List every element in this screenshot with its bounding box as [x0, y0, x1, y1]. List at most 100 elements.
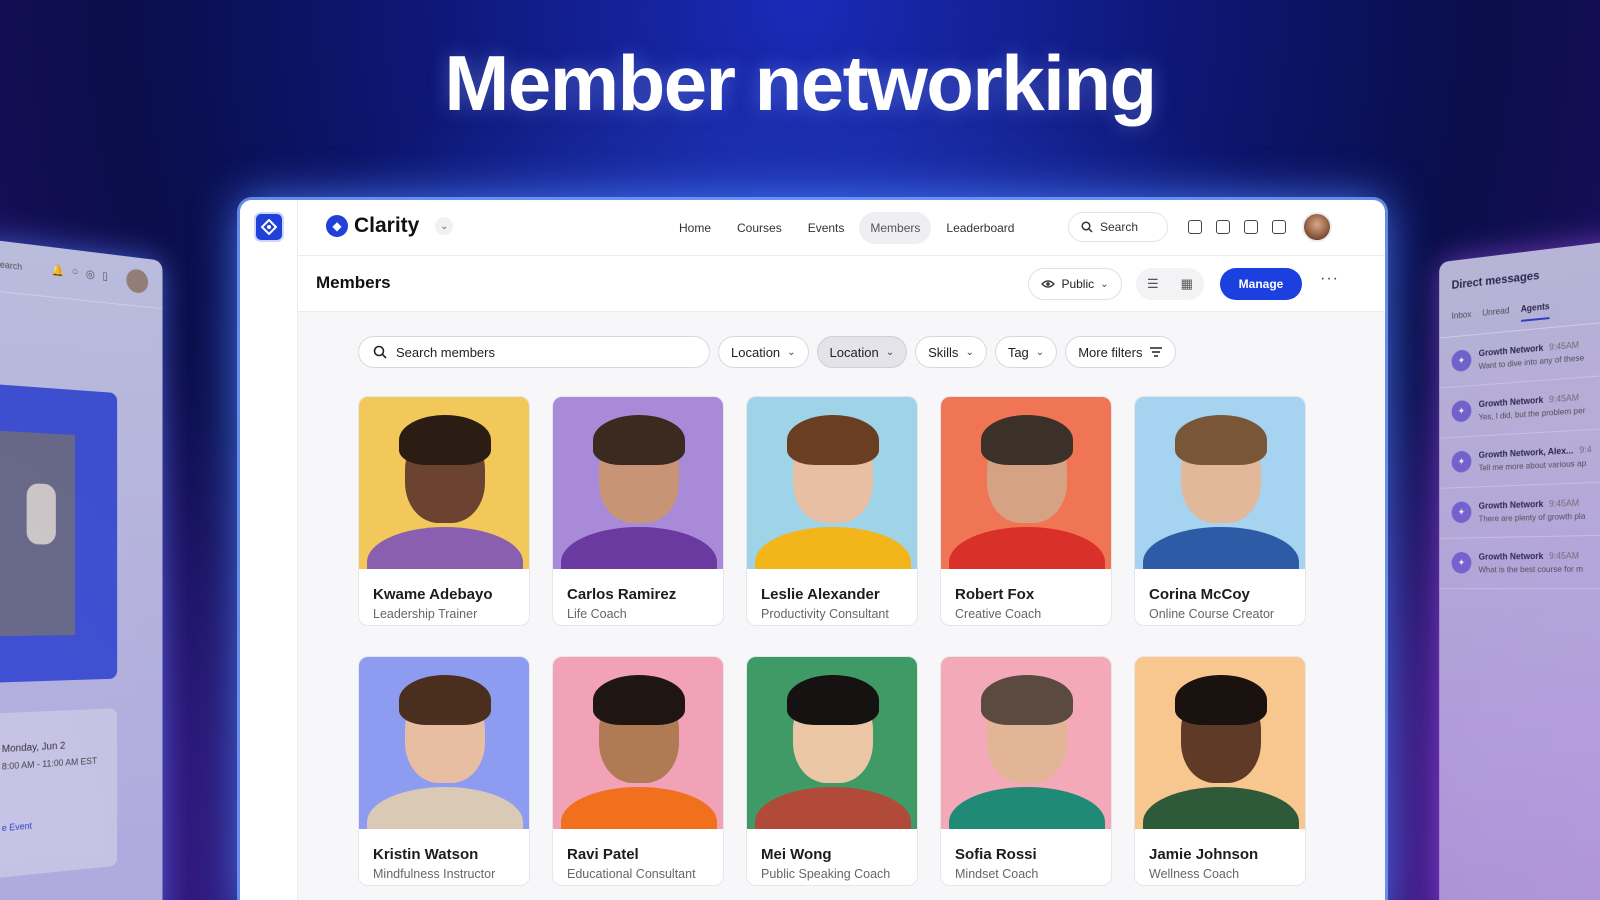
filter-bar: Search members Location ⌄ Location ⌄ Skills ⌄…	[358, 336, 1177, 368]
filter-skills-dropdown[interactable]: Skills ⌄	[915, 336, 987, 368]
more-filters-label: More filters	[1078, 344, 1143, 360]
messages-icon[interactable]	[1216, 220, 1230, 234]
bookmark-icon[interactable]	[1272, 220, 1286, 234]
filter-icon	[1150, 347, 1163, 357]
left-panel-search: Search	[0, 258, 23, 273]
help-icon[interactable]	[1244, 220, 1258, 234]
photo-hair	[593, 675, 685, 725]
nav-item-events[interactable]: Events	[797, 212, 856, 244]
filter-location-dropdown[interactable]: Location ⌄	[816, 336, 908, 368]
member-role: Mindset Coach	[955, 867, 1039, 881]
bell-icon: 🔔	[51, 264, 65, 278]
list-view-icon[interactable]: ☰	[1147, 276, 1159, 292]
member-card[interactable]: Mei Wong Public Speaking Coach	[746, 656, 918, 886]
member-card[interactable]: Corina McCoy Online Course Creator	[1134, 396, 1306, 626]
notifications-icon[interactable]	[1188, 220, 1202, 234]
more-options-icon[interactable]: ···	[1320, 270, 1339, 288]
member-card[interactable]: Jamie Johnson Wellness Coach	[1134, 656, 1306, 886]
clarity-logo-icon: ◆	[326, 215, 348, 237]
app-logo-icon[interactable]	[254, 212, 284, 242]
agent-avatar-icon: ✦	[1451, 551, 1472, 574]
app-window: ◆ Clarity ⌄ Home Courses Events Members Lead…	[240, 200, 1385, 900]
filter-chips: Location ⌄ Location ⌄ Skills ⌄ Tag ⌄	[718, 336, 1058, 368]
tab-agents: Agents	[1520, 300, 1550, 322]
member-name: Robert Fox	[955, 586, 1035, 603]
member-photo	[941, 657, 1111, 829]
nav-item-home[interactable]: Home	[668, 212, 722, 244]
member-card[interactable]: Robert Fox Creative Coach	[940, 396, 1112, 626]
member-card[interactable]: Carlos Ramirez Life Coach	[552, 396, 724, 626]
filter-label: Location	[731, 344, 781, 360]
member-role: Mindfulness Instructor	[373, 867, 496, 881]
message-time: 9:45AM	[1549, 550, 1580, 561]
chevron-down-icon: ⌄	[1100, 278, 1109, 290]
manage-button[interactable]: Manage	[1220, 268, 1302, 300]
member-name: Leslie Alexander	[761, 586, 880, 603]
member-grid: Kwame Adebayo Leadership Trainer Carlos Ra…	[358, 396, 1306, 886]
page-header: Members Public ⌄ ☰ ▦ Manage ···	[298, 256, 1385, 312]
more-filters-button[interactable]: More filters	[1065, 336, 1177, 368]
photo-shoulders	[367, 787, 523, 829]
photo-hair	[981, 675, 1073, 725]
search-button[interactable]: Search	[1068, 212, 1168, 242]
search-members-input[interactable]: Search members	[358, 336, 710, 368]
member-role: Creative Coach	[955, 607, 1042, 621]
member-card[interactable]: Leslie Alexander Productivity Consultant	[746, 396, 918, 626]
brand[interactable]: ◆ Clarity ⌄	[326, 214, 454, 238]
photo-shoulders	[1143, 787, 1299, 829]
member-role: Online Course Creator	[1149, 607, 1275, 621]
member-card[interactable]: Ravi Patel Educational Consultant	[552, 656, 724, 886]
visibility-dropdown[interactable]: Public ⌄	[1028, 268, 1122, 300]
member-name: Corina McCoy	[1149, 586, 1250, 603]
member-name: Sofia Rossi	[955, 846, 1037, 863]
filter-location-dropdown[interactable]: Location ⌄	[718, 336, 809, 368]
user-avatar[interactable]	[1302, 212, 1332, 242]
message-body: Growth Network 9:45AM Want to dive into an…	[1479, 339, 1585, 371]
photo-shoulders	[949, 787, 1105, 829]
member-photo	[553, 397, 723, 569]
member-photo	[359, 657, 529, 829]
photo-hair	[1175, 675, 1267, 725]
nav-item-leaderboard[interactable]: Leaderboard	[935, 212, 1025, 244]
filter-label: Location	[829, 344, 879, 360]
member-name: Kristin Watson	[373, 846, 479, 863]
message-sender: Growth Network 9:45AM	[1478, 550, 1580, 562]
message-body: Growth Network 9:45AM Yes, I did, but the …	[1479, 392, 1586, 422]
photo-hair	[981, 415, 1073, 465]
photo-shoulders	[367, 527, 523, 569]
members-content: Search members Location ⌄ Location ⌄ Skills ⌄…	[298, 312, 1385, 900]
visibility-label: Public	[1061, 277, 1095, 291]
member-card[interactable]: Kristin Watson Mindfulness Instructor	[358, 656, 530, 886]
filter-tag-dropdown[interactable]: Tag ⌄	[994, 336, 1058, 368]
member-photo	[1135, 657, 1305, 829]
chevron-down-icon: ⌄	[1035, 346, 1045, 358]
main-nav: Home Courses Events Members Leaderboard	[668, 212, 1025, 244]
nav-item-courses[interactable]: Courses	[726, 212, 793, 244]
message-item: ✦ Growth Network 9:45AM There are plenty of…	[1439, 480, 1600, 539]
photo-shoulders	[755, 527, 911, 569]
view-toggle: ☰ ▦	[1136, 268, 1204, 300]
eye-icon	[1041, 280, 1056, 288]
member-photo	[553, 657, 723, 829]
member-photo	[747, 657, 917, 829]
member-photo	[359, 397, 529, 569]
top-icons	[1188, 220, 1286, 234]
brand-name: Clarity	[354, 214, 420, 237]
photo-shoulders	[755, 787, 911, 829]
message-sender: Growth Network 9:45AM	[1478, 497, 1580, 511]
tab-inbox: Inbox	[1451, 309, 1472, 321]
left-background-panel: Search 🔔 ○ ◎ ▯ Monday, Jun 2 8:00 AM - 1…	[0, 238, 163, 900]
left-panel-image	[0, 383, 118, 684]
chevron-down-icon[interactable]: ⌄	[435, 217, 454, 235]
message-body: Growth Network, Alex... 9:4 Tell me more a…	[1479, 444, 1592, 472]
member-name: Carlos Ramirez	[567, 586, 677, 603]
photo-hair	[399, 415, 491, 465]
agent-avatar-icon: ✦	[1451, 501, 1472, 524]
message-item: ✦ Growth Network 9:45AM What is the best co…	[1439, 534, 1600, 590]
member-card[interactable]: Kwame Adebayo Leadership Trainer	[358, 396, 530, 626]
grid-view-icon[interactable]: ▦	[1181, 276, 1193, 292]
member-role: Public Speaking Coach	[761, 867, 891, 881]
message-preview: There are plenty of growth pla	[1478, 510, 1586, 524]
member-card[interactable]: Sofia Rossi Mindset Coach	[940, 656, 1112, 886]
nav-item-members[interactable]: Members	[859, 212, 932, 244]
